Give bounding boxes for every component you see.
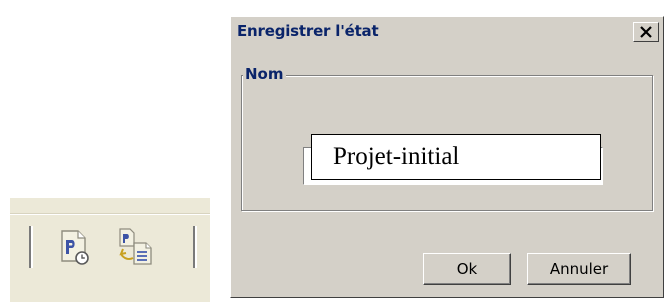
toolbar [10, 198, 210, 302]
project-document-button[interactable] [58, 226, 94, 268]
close-icon [634, 26, 658, 38]
name-group-label: Nom [243, 64, 286, 84]
save-state-dialog: Enregistrer l'état Nom Projet-initial Ok… [230, 16, 664, 298]
ok-button[interactable]: Ok [423, 253, 511, 285]
dialog-title: Enregistrer l'état [237, 22, 379, 40]
toolbar-divider-highlight [10, 214, 210, 215]
cancel-button[interactable]: Annuler [527, 253, 631, 285]
dialog-titlebar[interactable]: Enregistrer l'état [233, 19, 661, 43]
toolbar-separator [29, 226, 33, 268]
close-button[interactable] [633, 22, 659, 42]
toolbar-separator [193, 226, 197, 268]
compare-documents-icon [118, 226, 154, 268]
project-document-icon [58, 226, 94, 268]
compare-documents-button[interactable] [118, 226, 154, 268]
screenshot-canvas: Enregistrer l'état Nom Projet-initial Ok… [0, 0, 666, 302]
state-name-input[interactable]: Projet-initial [311, 134, 601, 180]
